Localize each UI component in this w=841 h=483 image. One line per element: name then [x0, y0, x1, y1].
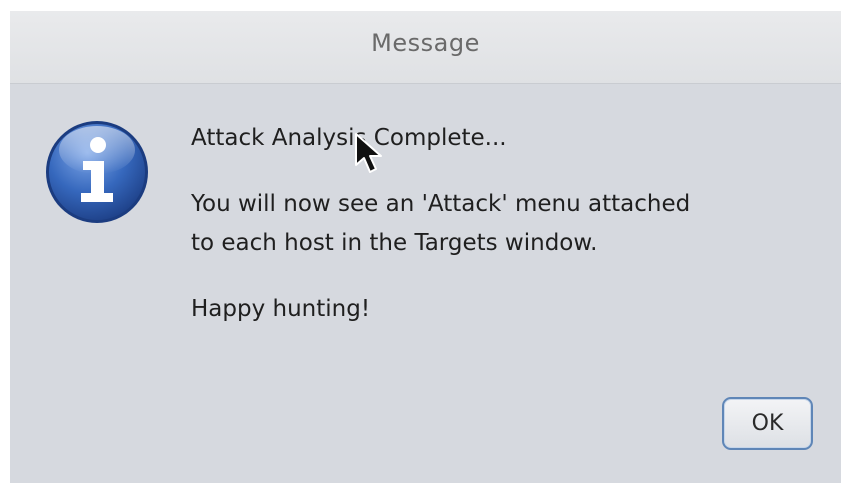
dialog-titlebar[interactable]: Message: [10, 11, 841, 84]
dialog-title: Message: [371, 29, 480, 57]
dialog-message: Attack Analysis Complete... You will now…: [191, 119, 836, 329]
info-icon: [46, 121, 148, 223]
message-line-1: Attack Analysis Complete...: [191, 125, 507, 151]
message-line-2: You will now see an 'Attack' menu attach…: [191, 191, 691, 217]
message-gap: [191, 263, 836, 290]
message-dialog: Message Attack Analysis Complete... You …: [10, 11, 841, 483]
message-line-4: Happy hunting!: [191, 296, 371, 322]
message-line-3: to each host in the Targets window.: [191, 230, 598, 256]
message-gap: [191, 158, 836, 185]
ok-button[interactable]: OK: [722, 397, 813, 450]
